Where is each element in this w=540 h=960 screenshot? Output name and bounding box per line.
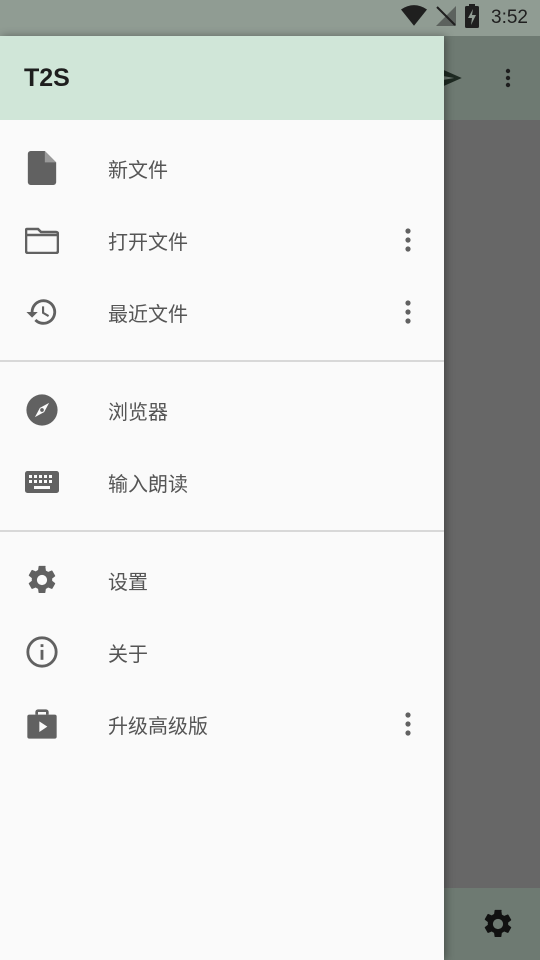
menu-item-label: 最近文件 (108, 301, 188, 326)
menu-item-browser[interactable]: 浏览器 (0, 374, 444, 446)
status-bar: 3:52 (0, 0, 540, 36)
status-time: 3:52 (491, 7, 528, 28)
menu-item-upgrade[interactable]: 升级高级版 (0, 688, 444, 760)
menu-item-label: 浏览器 (108, 399, 168, 424)
info-icon (24, 634, 60, 670)
drawer-section-app: 设置 关于 升级高级版 (0, 532, 444, 772)
drawer-header: T2S (0, 36, 444, 120)
menu-item-label: 升级高级版 (108, 713, 208, 738)
compass-icon (24, 392, 60, 428)
more-vert-icon (490, 60, 526, 96)
menu-item-new-file[interactable]: 新文件 (0, 132, 444, 204)
more-vert-icon[interactable] (392, 706, 424, 742)
gear-icon (478, 904, 518, 944)
folder-icon (24, 222, 60, 258)
menu-item-label: 打开文件 (108, 229, 188, 254)
more-vert-icon[interactable] (392, 222, 424, 258)
menu-item-recent-files[interactable]: 最近文件 (0, 276, 444, 348)
wifi-icon (401, 5, 428, 31)
drawer-section-files: 新文件 打开文件 最近文件 (0, 120, 444, 360)
drawer-section-tools: 浏览器 输入朗读 (0, 362, 444, 530)
app-title: T2S (24, 63, 70, 92)
menu-item-label: 关于 (108, 641, 148, 666)
menu-item-label: 新文件 (108, 157, 168, 182)
menu-item-about[interactable]: 关于 (0, 616, 444, 688)
keyboard-icon (24, 464, 60, 500)
store-icon (24, 706, 60, 742)
menu-item-input-read[interactable]: 输入朗读 (0, 446, 444, 518)
more-vert-icon[interactable] (392, 294, 424, 330)
menu-item-open-file[interactable]: 打开文件 (0, 204, 444, 276)
battery-charging-icon (465, 4, 480, 32)
gear-icon (24, 562, 60, 598)
signal-off-icon (435, 5, 457, 31)
menu-item-settings[interactable]: 设置 (0, 544, 444, 616)
menu-item-label: 设置 (108, 569, 148, 594)
history-icon (24, 294, 60, 330)
menu-item-label: 输入朗读 (108, 471, 188, 496)
navigation-drawer: T2S 新文件 打开文件 最近文件 浏览器 输入朗读 设置 关于 升级高级版 (0, 36, 444, 960)
new-file-icon (24, 150, 60, 186)
